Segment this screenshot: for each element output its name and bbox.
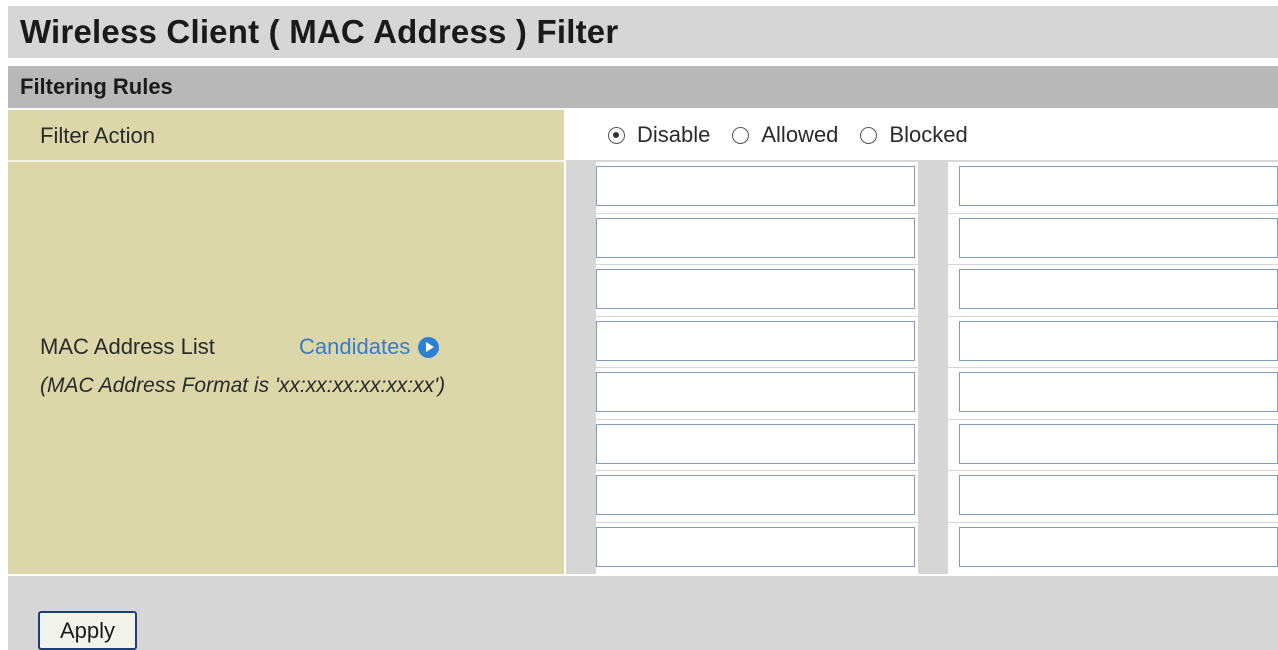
candidates-link[interactable]: Candidates	[299, 334, 440, 360]
mac-address-input[interactable]	[959, 372, 1278, 412]
radio-disable-label: Disable	[637, 122, 711, 147]
action-bar	[8, 576, 1278, 650]
mac-row	[566, 471, 1278, 523]
mac-row	[566, 162, 1278, 214]
mac-format-note: (MAC Address Format is 'xx:xx:xx:xx:xx:x…	[40, 374, 446, 397]
mac-address-input[interactable]	[596, 372, 915, 412]
radio-blocked[interactable]: Blocked	[860, 122, 968, 148]
row-gutter	[918, 471, 948, 523]
radio-blocked-label: Blocked	[889, 122, 968, 147]
radio-allowed-label: Allowed	[761, 122, 839, 147]
mac-address-input[interactable]	[596, 166, 915, 206]
filter-action-label: Filter Action	[40, 123, 155, 148]
row-gutter	[918, 522, 948, 574]
row-gutter	[918, 419, 948, 471]
row-gutter	[918, 162, 948, 214]
radio-selected-icon[interactable]	[608, 126, 625, 144]
mac-address-input[interactable]	[959, 423, 1278, 464]
row-gutter	[566, 522, 596, 574]
mac-address-input[interactable]	[959, 526, 1278, 567]
row-gutter	[918, 316, 948, 368]
mac-address-input[interactable]	[596, 475, 915, 515]
mac-address-input[interactable]	[596, 269, 915, 309]
mac-address-input[interactable]	[959, 217, 1278, 258]
row-gutter	[566, 419, 596, 471]
page-title: Wireless Client ( MAC Address ) Filter	[20, 13, 619, 50]
mac-row	[566, 265, 1278, 317]
row-gutter	[918, 368, 948, 420]
label-row-divider	[8, 160, 564, 162]
radio-unselected-icon[interactable]	[860, 126, 878, 144]
section-header: Filtering Rules	[8, 66, 1278, 108]
mac-address-input[interactable]	[596, 526, 915, 567]
radio-disable[interactable]: Disable	[608, 122, 710, 148]
mac-address-input[interactable]	[596, 320, 915, 361]
row-gutter	[566, 368, 596, 420]
mac-address-input[interactable]	[959, 269, 1278, 309]
apply-button[interactable]: Apply	[38, 611, 137, 650]
row-gutter	[918, 265, 948, 317]
row-gutter	[566, 265, 596, 317]
mac-address-input[interactable]	[596, 217, 915, 258]
mac-address-input[interactable]	[959, 320, 1278, 361]
radio-unselected-icon[interactable]	[732, 126, 750, 144]
mac-row	[566, 419, 1278, 471]
mac-row	[566, 316, 1278, 368]
mac-address-input[interactable]	[959, 475, 1278, 515]
page: Wireless Client ( MAC Address ) Filter F…	[0, 0, 1278, 650]
row-gutter	[566, 316, 596, 368]
mac-address-list-label: MAC Address List	[40, 334, 215, 359]
page-title-bar: Wireless Client ( MAC Address ) Filter	[8, 6, 1278, 58]
row-gutter	[566, 213, 596, 265]
row-gutter	[566, 471, 596, 523]
row-gutter	[918, 213, 948, 265]
filter-action-radio-group: Disable Allowed Blocked	[608, 122, 990, 148]
mac-address-input[interactable]	[596, 423, 915, 464]
mac-address-input[interactable]	[959, 166, 1278, 206]
arrow-right-circle-icon[interactable]	[418, 336, 440, 358]
mac-row	[566, 368, 1278, 420]
row-gutter	[566, 162, 596, 214]
radio-allowed[interactable]: Allowed	[732, 122, 838, 148]
mac-address-grid	[566, 162, 1278, 574]
section-title: Filtering Rules	[20, 74, 173, 99]
candidates-label: Candidates	[299, 334, 411, 359]
mac-row	[566, 213, 1278, 265]
mac-row	[566, 522, 1278, 574]
